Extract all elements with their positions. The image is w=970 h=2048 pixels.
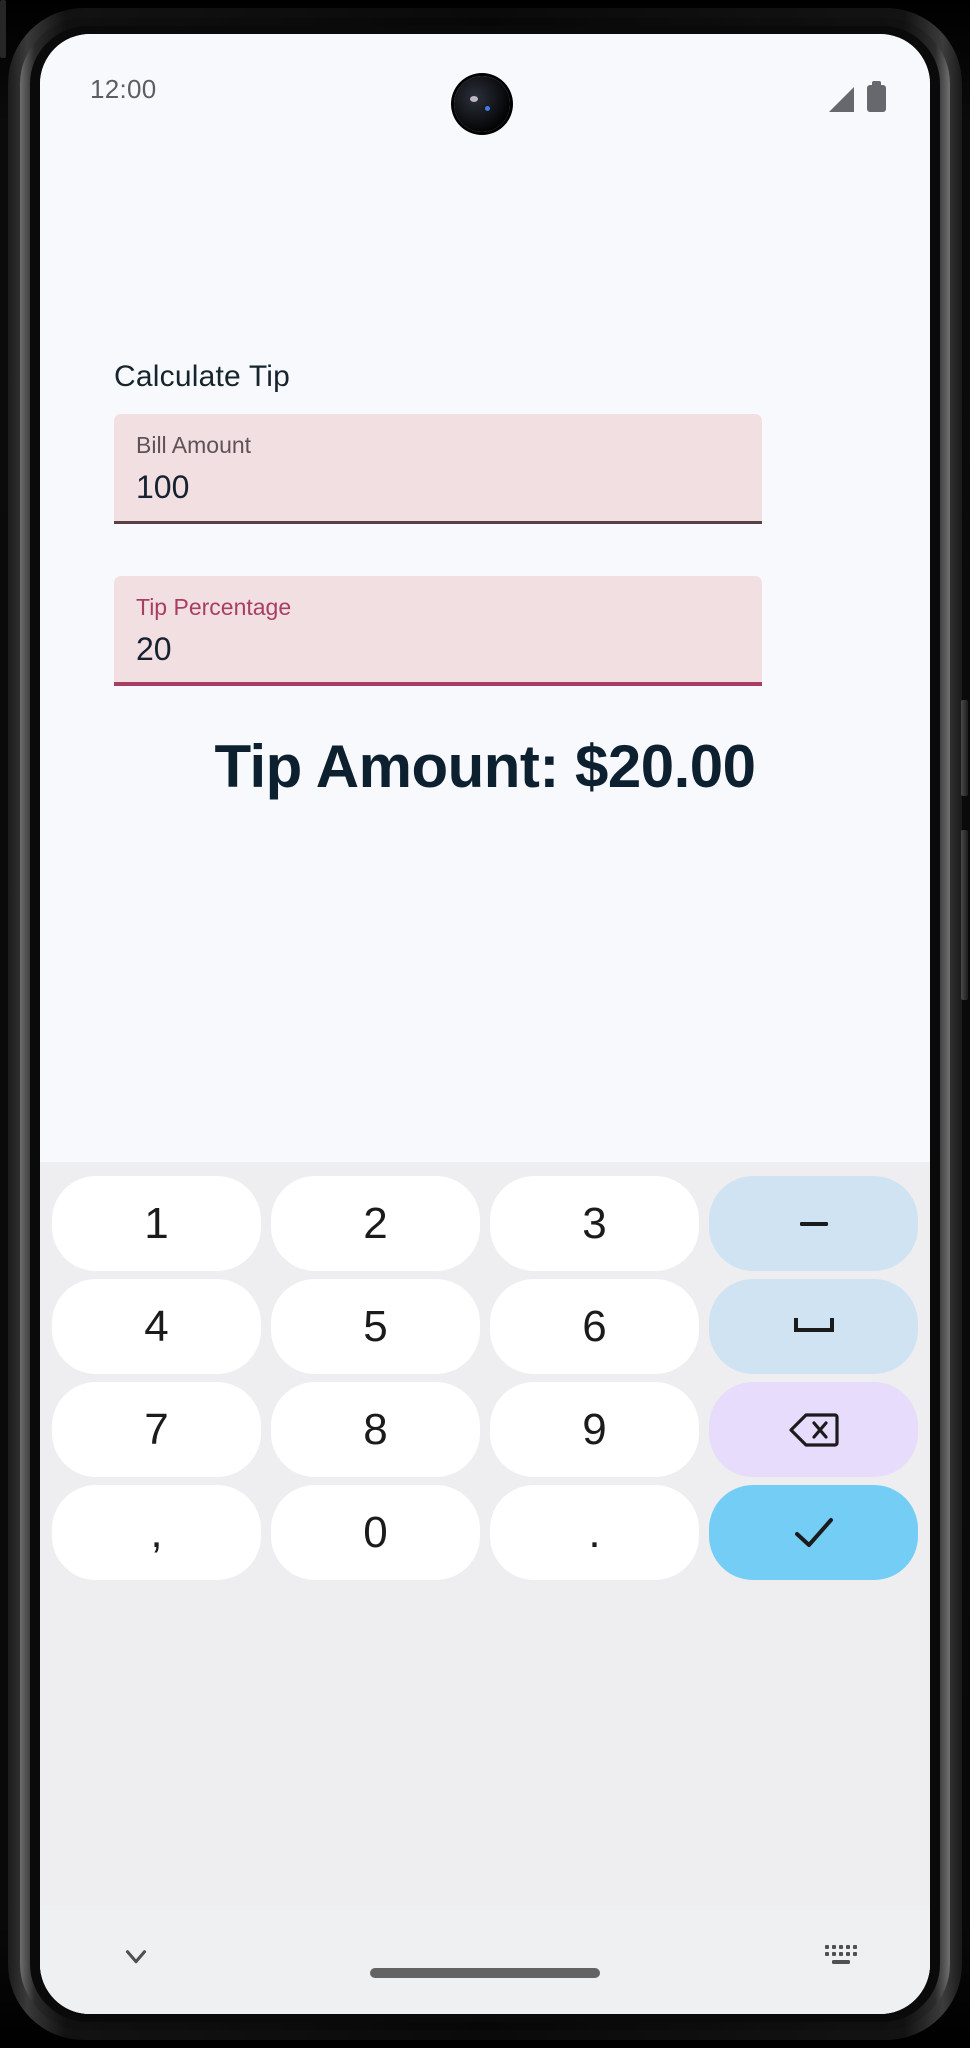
backspace-icon (788, 1411, 840, 1449)
check-icon (791, 1515, 837, 1551)
sim-tray (0, 0, 6, 58)
key-backspace[interactable] (709, 1382, 918, 1477)
key-2-label: 2 (363, 1198, 388, 1248)
app-content: Calculate Tip Bill Amount 100 Tip Percen… (40, 142, 930, 1262)
numeric-keyboard: 1 2 3 4 5 6 7 8 9, 0. (40, 1162, 930, 2014)
key-8-label: 8 (363, 1404, 388, 1454)
hide-keyboard-button[interactable] (106, 1928, 166, 1988)
key-4-label: 4 (144, 1301, 169, 1351)
key-period[interactable]: . (490, 1485, 699, 1580)
key-enter[interactable] (709, 1485, 918, 1580)
key-7-label: 7 (144, 1404, 169, 1454)
switch-keyboard-button[interactable] (812, 1928, 872, 1988)
key-period-label: . (588, 1507, 601, 1557)
key-3[interactable]: 3 (490, 1176, 699, 1271)
tip-percentage-value: 20 (136, 631, 172, 667)
navigation-bar (40, 1906, 930, 2014)
chevron-down-icon (119, 1939, 153, 1978)
key-0[interactable]: 0 (271, 1485, 480, 1580)
key-5-label: 5 (363, 1301, 388, 1351)
keyboard-switch-icon (824, 1943, 860, 1974)
bill-amount-value: 100 (136, 469, 190, 505)
volume-button[interactable] (961, 830, 968, 1000)
key-3-label: 3 (582, 1198, 607, 1248)
key-9-label: 9 (582, 1404, 607, 1454)
phone-screen: 12:00 Calculate Tip Bill Amount 100 Tip … (40, 34, 930, 2014)
status-bar-icons (829, 78, 886, 112)
tip-percentage-field[interactable]: Tip Percentage 20 (114, 576, 762, 686)
signal-bars-icon (829, 87, 854, 112)
tip-percentage-label: Tip Percentage (136, 594, 292, 620)
minus-icon (794, 1217, 834, 1231)
status-bar-time: 12:00 (90, 74, 157, 104)
key-comma-label: , (150, 1507, 163, 1557)
key-8[interactable]: 8 (271, 1382, 480, 1477)
key-9[interactable]: 9 (490, 1382, 699, 1477)
key-6-label: 6 (582, 1301, 607, 1351)
key-1[interactable]: 1 (52, 1176, 261, 1271)
key-0-label: 0 (363, 1507, 388, 1557)
battery-full-icon (867, 81, 886, 112)
key-comma[interactable]: , (52, 1485, 261, 1580)
key-5[interactable]: 5 (271, 1279, 480, 1374)
front-camera-punch-hole-icon (454, 76, 510, 132)
key-1-label: 1 (144, 1198, 169, 1248)
page-title: Calculate Tip (114, 360, 291, 393)
key-4[interactable]: 4 (52, 1279, 261, 1374)
camera-glint (470, 96, 478, 102)
key-minus[interactable] (709, 1176, 918, 1271)
key-7[interactable]: 7 (52, 1382, 261, 1477)
bill-amount-label: Bill Amount (136, 432, 252, 458)
status-bar: 12:00 (40, 34, 930, 142)
key-6[interactable]: 6 (490, 1279, 699, 1374)
key-2[interactable]: 2 (271, 1176, 480, 1271)
key-space[interactable] (709, 1279, 918, 1374)
tip-result-text: Tip Amount: $20.00 (214, 733, 756, 800)
camera-dot (485, 106, 490, 111)
phone-frame: 12:00 Calculate Tip Bill Amount 100 Tip … (0, 0, 970, 2048)
power-button[interactable] (961, 700, 968, 796)
keyboard-key-grid: 1 2 3 4 5 6 7 8 9, 0. (52, 1176, 918, 1580)
home-indicator[interactable] (370, 1968, 600, 1978)
bill-amount-field[interactable]: Bill Amount 100 (114, 414, 762, 524)
space-bar-icon (791, 1316, 837, 1338)
